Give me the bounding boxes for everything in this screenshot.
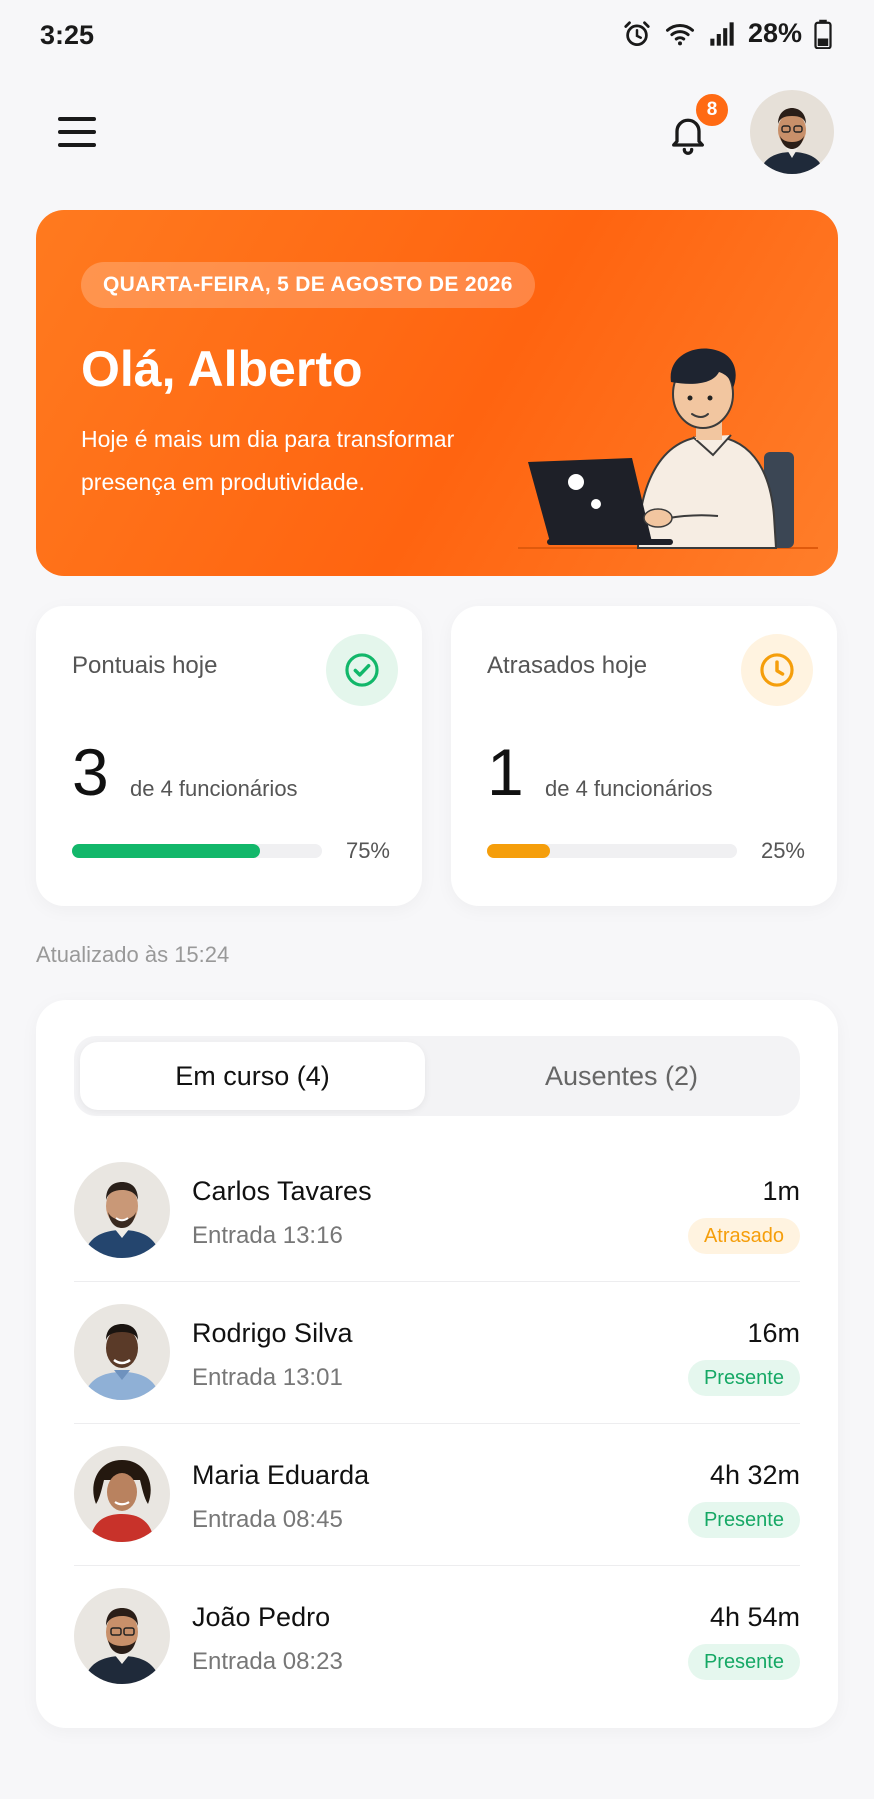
employee-row[interactable]: Maria Eduarda Entrada 08:45 4h 32m Prese… — [74, 1424, 800, 1566]
status-badge: Presente — [687, 1360, 800, 1396]
person-at-laptop-illustration — [518, 348, 818, 549]
employee-row[interactable]: João Pedro Entrada 08:23 4h 54m Presente — [74, 1566, 800, 1708]
late-percent: 25% — [760, 838, 805, 863]
employee-duration: 16m — [747, 1318, 800, 1348]
late-label: Atrasados hoje — [487, 652, 648, 679]
employee-entry-time: Entrada 13:16 — [192, 1222, 343, 1249]
greeting-message: Hoje é mais um dia para transformar pres… — [81, 426, 455, 495]
employee-entry-time: Entrada 13:01 — [192, 1364, 343, 1391]
employee-row[interactable]: Rodrigo Silva Entrada 13:01 16m Presente — [74, 1282, 800, 1424]
status-time: 3:25 — [40, 20, 95, 50]
tab-absent[interactable]: Ausentes (2) — [449, 1042, 794, 1110]
employee-duration: 4h 32m — [709, 1460, 800, 1490]
employee-avatar — [74, 1304, 170, 1400]
status-bar: 3:25 28% — [0, 0, 874, 72]
punctual-percent: 75% — [345, 838, 390, 863]
status-badge: Presente — [687, 1502, 800, 1538]
last-updated-text: Atualizado às 15:24 — [36, 942, 230, 967]
punctual-label: Pontuais hoje — [72, 652, 218, 679]
late-sub: de 4 funcionários — [545, 776, 713, 801]
tab-bar: Em curso (4) Ausentes (2) — [74, 1036, 800, 1116]
welcome-banner: QUARTA-FEIRA, 5 DE AGOSTO DE 2026 Olá, A… — [36, 210, 838, 576]
employee-row[interactable]: Carlos Tavares Entrada 13:16 1m Atrasado — [74, 1140, 800, 1282]
tab-in-progress[interactable]: Em curso (4) — [80, 1042, 425, 1110]
late-progress-fill — [487, 844, 550, 858]
employee-entry-time: Entrada 08:45 — [192, 1506, 343, 1533]
status-badge: Atrasado — [687, 1218, 800, 1254]
punctual-progress-bar — [72, 844, 322, 858]
check-circle-icon — [326, 634, 398, 706]
punctual-sub: de 4 funcionários — [130, 776, 298, 801]
employee-duration: 1m — [762, 1176, 800, 1206]
battery-percent: 28% — [747, 18, 802, 48]
punctual-progress-fill — [72, 844, 260, 858]
late-stat-card[interactable]: Atrasados hoje 1 de 4 funcionários 25% — [451, 606, 837, 906]
punctual-count: 3 — [72, 735, 109, 809]
late-count: 1 — [487, 735, 524, 809]
attendance-list-card: Em curso (4) Ausentes (2) Carlos Tavares… — [36, 1000, 838, 1728]
employee-avatar — [74, 1588, 170, 1684]
menu-icon[interactable] — [58, 110, 102, 154]
alarm-icon — [624, 20, 650, 46]
date-pill: QUARTA-FEIRA, 5 DE AGOSTO DE 2026 — [81, 262, 535, 308]
status-icons: 28% — [622, 18, 832, 49]
notification-badge: 8 — [694, 92, 730, 128]
greeting-title: Olá, Alberto — [81, 341, 363, 397]
signal-icon — [710, 21, 734, 46]
clock-icon — [741, 634, 813, 706]
employee-name: Carlos Tavares — [192, 1176, 372, 1206]
employee-name: Maria Eduarda — [192, 1460, 370, 1490]
employee-name: Rodrigo Silva — [192, 1318, 353, 1348]
profile-avatar[interactable] — [750, 90, 834, 174]
late-progress-bar — [487, 844, 737, 858]
employee-avatar — [74, 1162, 170, 1258]
employee-entry-time: Entrada 08:23 — [192, 1648, 343, 1675]
employee-duration: 4h 54m — [709, 1602, 800, 1632]
employee-avatar — [74, 1446, 170, 1542]
wifi-icon — [665, 23, 694, 45]
status-badge: Presente — [687, 1644, 800, 1680]
punctual-stat-card[interactable]: Pontuais hoje 3 de 4 funcionários 75% — [36, 606, 422, 906]
battery-icon — [814, 19, 832, 49]
employee-name: João Pedro — [192, 1602, 331, 1632]
